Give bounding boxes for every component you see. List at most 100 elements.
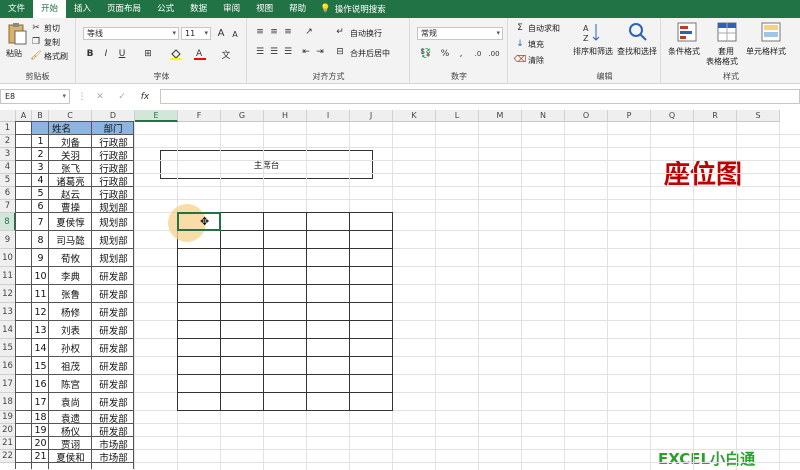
cell-name[interactable]: 司马懿 — [49, 231, 92, 249]
wrap-text-icon[interactable]: ↵ — [334, 26, 346, 38]
increase-indent-icon[interactable]: ⇥ — [314, 46, 326, 58]
row-header-14[interactable]: 14 — [0, 321, 16, 339]
cancel-icon[interactable]: ✕ — [94, 91, 106, 103]
row-header-2[interactable]: 2 — [0, 135, 16, 148]
cut-icon[interactable]: ✂ — [31, 23, 41, 33]
tab-5[interactable]: 数据 — [182, 0, 215, 18]
column-header-G[interactable]: G — [221, 110, 264, 122]
fill-color-icon[interactable] — [169, 48, 183, 60]
row-header-6[interactable]: 6 — [0, 187, 16, 200]
row-header-22[interactable]: 22 — [0, 450, 16, 463]
column-header-P[interactable]: P — [608, 110, 651, 122]
sort-filter-icon[interactable]: AZ — [581, 21, 603, 43]
clear-icon[interactable]: ⌫ — [514, 54, 527, 66]
cell-dept[interactable]: 规划部 — [92, 213, 135, 231]
autosum-icon[interactable]: Σ — [515, 22, 525, 34]
column-header-Q[interactable]: Q — [651, 110, 694, 122]
cell-dept[interactable]: 规划部 — [92, 231, 135, 249]
copy-button[interactable]: 复制 — [44, 37, 60, 48]
column-header-S[interactable]: S — [737, 110, 780, 122]
cell-styles-button[interactable]: 单元格样式 — [746, 46, 786, 57]
font-size-select[interactable]: 11 ▾ — [181, 27, 211, 40]
align-right-icon[interactable]: ☰ — [282, 46, 294, 58]
row-header-15[interactable]: 15 — [0, 339, 16, 357]
cell-no[interactable]: 11 — [32, 285, 49, 303]
tab-1[interactable]: 开始 — [33, 0, 67, 18]
cell-name[interactable]: 陈宫 — [49, 375, 92, 393]
autosum-button[interactable]: 自动求和 — [528, 23, 560, 34]
row-header-11[interactable]: 11 — [0, 267, 16, 285]
column-header-H[interactable]: H — [264, 110, 307, 122]
cell-no[interactable]: 10 — [32, 267, 49, 285]
confirm-icon[interactable]: ✓ — [116, 91, 128, 103]
percent-button[interactable]: % — [439, 48, 451, 60]
name-box[interactable]: E8 ▾ — [0, 89, 70, 104]
row-header-4[interactable]: 4 — [0, 161, 16, 174]
sort-filter-button[interactable]: 排序和筛选 — [573, 46, 613, 57]
wrap-text-button[interactable]: 自动换行 — [350, 28, 382, 39]
merge-center-button[interactable]: 合并后居中 — [350, 48, 390, 59]
align-top-icon[interactable]: ≡ — [254, 26, 266, 38]
cell-no[interactable]: 8 — [32, 231, 49, 249]
cell-dept[interactable]: 研发部 — [92, 393, 135, 411]
row-header-19[interactable]: 19 — [0, 411, 16, 424]
underline-button[interactable]: U — [117, 48, 127, 60]
orientation-icon[interactable]: ↗ — [302, 26, 316, 38]
insert-function-button[interactable]: fx — [138, 91, 152, 103]
bold-button[interactable]: B — [85, 48, 95, 60]
row-header-20[interactable]: 20 — [0, 424, 16, 437]
tab-8[interactable]: 帮助 — [281, 0, 314, 18]
decrease-decimal-icon[interactable]: .00 — [487, 48, 501, 60]
cell-dept[interactable]: 研发部 — [92, 375, 135, 393]
cell-name[interactable]: 刘表 — [49, 321, 92, 339]
cell-name[interactable]: 李典 — [49, 267, 92, 285]
align-middle-icon[interactable]: ≡ — [268, 26, 280, 38]
align-center-icon[interactable]: ☰ — [268, 46, 280, 58]
row-header-9[interactable]: 9 — [0, 231, 16, 249]
number-format-select[interactable]: 常规 ▾ — [417, 27, 503, 40]
tab-4[interactable]: 公式 — [149, 0, 182, 18]
worksheet-grid[interactable]: 主席台 座位图 EXCEL小白通 ABCDEFGHIJKLMNOPQRS1234… — [0, 110, 800, 470]
cell-name[interactable]: 孙权 — [49, 339, 92, 357]
cell-styles-icon[interactable] — [760, 21, 782, 43]
column-header-L[interactable]: L — [436, 110, 479, 122]
tab-3[interactable]: 页面布局 — [99, 0, 149, 18]
currency-icon[interactable]: 💱 — [419, 48, 433, 60]
cell-dept[interactable]: 规划部 — [92, 249, 135, 267]
row-header-17[interactable]: 17 — [0, 375, 16, 393]
italic-button[interactable]: I — [101, 48, 111, 60]
find-select-icon[interactable] — [627, 21, 649, 43]
cell-no[interactable]: 12 — [32, 303, 49, 321]
find-select-button[interactable]: 查找和选择 — [617, 46, 657, 57]
decrease-indent-icon[interactable]: ⇤ — [300, 46, 312, 58]
phonetic-icon[interactable]: 文 — [219, 48, 233, 61]
cell-no[interactable]: 14 — [32, 339, 49, 357]
align-bottom-icon[interactable]: ≡ — [282, 26, 294, 38]
table-header-dept[interactable]: 部门 — [92, 122, 134, 135]
fill-button[interactable]: 填充 — [528, 39, 544, 50]
cell-no[interactable]: 13 — [32, 321, 49, 339]
copy-icon[interactable]: ❐ — [31, 37, 41, 47]
row-header-5[interactable]: 5 — [0, 174, 16, 187]
cell-dept[interactable]: 研发部 — [92, 357, 135, 375]
cut-button[interactable]: 剪切 — [44, 23, 60, 34]
row-header-1[interactable]: 1 — [0, 122, 16, 135]
paste-icon[interactable] — [6, 22, 28, 45]
row-header-13[interactable]: 13 — [0, 303, 16, 321]
cell-dept[interactable]: 研发部 — [92, 303, 135, 321]
tab-6[interactable]: 审阅 — [215, 0, 248, 18]
font-color-icon[interactable]: A — [193, 48, 207, 60]
format-painter-button[interactable]: 格式刷 — [44, 51, 68, 62]
column-header-O[interactable]: O — [565, 110, 608, 122]
cell-name[interactable]: 杨修 — [49, 303, 92, 321]
column-header-N[interactable]: N — [522, 110, 565, 122]
table-header-name[interactable]: 姓名 — [32, 122, 91, 135]
column-header-F[interactable]: F — [178, 110, 221, 122]
cell-name[interactable]: 袁尚 — [49, 393, 92, 411]
cell-name[interactable]: 张鲁 — [49, 285, 92, 303]
clear-button[interactable]: 清除 — [528, 55, 544, 66]
column-header-J[interactable]: J — [350, 110, 393, 122]
row-header-10[interactable]: 10 — [0, 249, 16, 267]
cell-no[interactable]: 17 — [32, 393, 49, 411]
format-painter-icon[interactable]: 🖌 — [30, 51, 41, 61]
